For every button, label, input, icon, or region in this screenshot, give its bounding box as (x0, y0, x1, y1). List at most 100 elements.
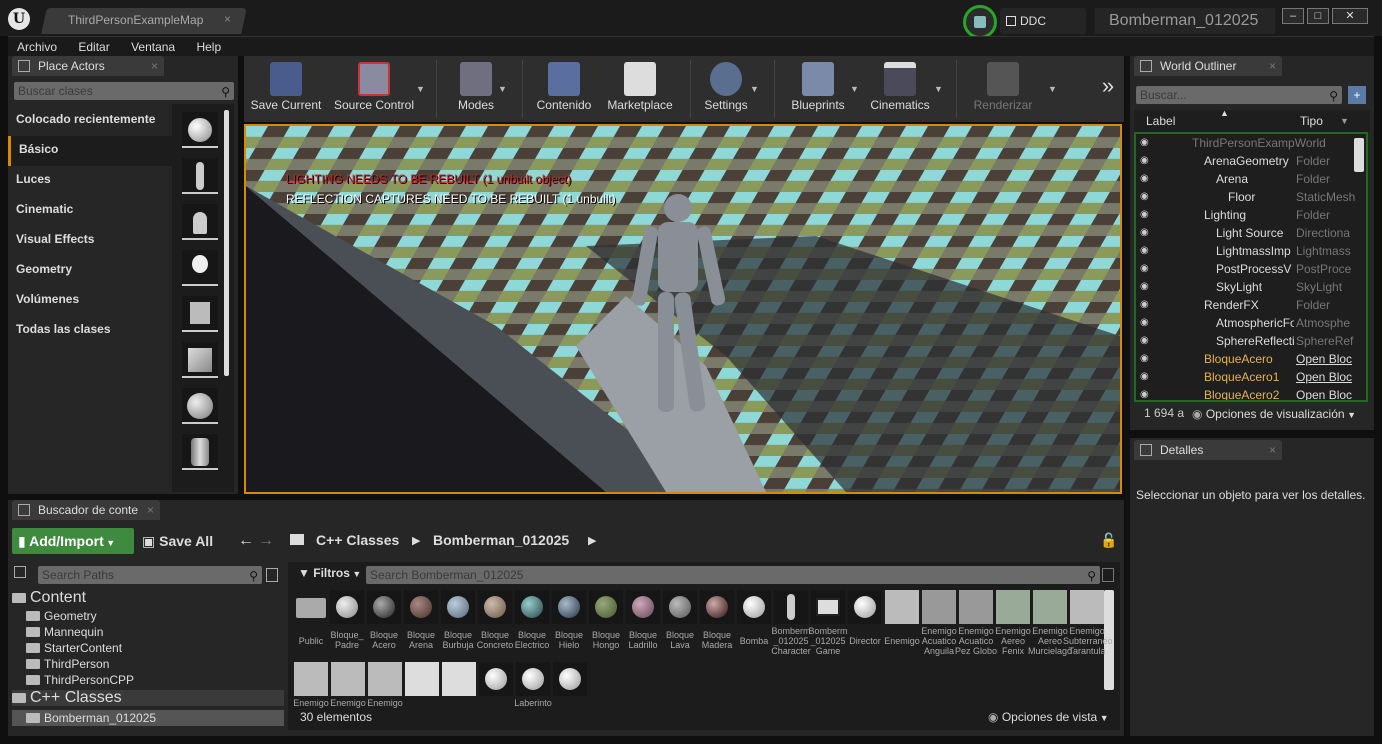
tree-mannequin[interactable]: Mannequin (26, 624, 103, 640)
source-control-dropdown-icon[interactable]: ▼ (416, 84, 425, 94)
visibility-eye-icon[interactable]: ◉ (1140, 242, 1149, 260)
outliner-row[interactable]: ◉ SkyLight SkyLight (1136, 278, 1366, 296)
asset-tile[interactable] (331, 662, 365, 696)
visibility-eye-icon[interactable]: ◉ (1140, 386, 1149, 400)
content-browser-tab[interactable]: Buscador de conte × (12, 500, 160, 520)
visibility-eye-icon[interactable]: ◉ (1140, 278, 1149, 296)
menu-ventana[interactable]: Ventana (122, 37, 184, 54)
outliner-row[interactable]: ◉ SphereReflecti SphereRef (1136, 332, 1366, 350)
outliner-row[interactable]: ◉ Lighting Folder (1136, 206, 1366, 224)
asset-tile[interactable] (294, 662, 328, 696)
world-outliner-tab[interactable]: World Outliner × (1134, 56, 1282, 76)
render-button[interactable]: Renderizar (966, 56, 1040, 122)
asset-tile[interactable] (737, 590, 771, 624)
asset-tile[interactable] (1033, 590, 1067, 624)
back-arrow-icon[interactable]: ← (238, 532, 254, 550)
category-cinematic[interactable]: Cinematic (8, 196, 172, 226)
sources-panel-icon[interactable] (14, 566, 26, 578)
asset-tile[interactable] (959, 590, 993, 624)
category-recent[interactable]: Colocado recientemente (8, 106, 172, 136)
lock-icon[interactable]: 🔓 (1100, 532, 1117, 549)
outliner-row[interactable]: ◉ BloqueAcero Open Bloc (1136, 350, 1366, 368)
actor-sphere[interactable] (182, 388, 218, 424)
outliner-view-options-button[interactable]: ◉ Opciones de visualización ▼ (1192, 404, 1368, 424)
asset-tile[interactable] (515, 590, 549, 624)
asset-tile[interactable] (663, 590, 697, 624)
tree-project-classes[interactable]: Bomberman_012025 (12, 710, 284, 726)
settings-dropdown-icon[interactable]: ▼ (750, 84, 759, 94)
asset-tile[interactable] (885, 590, 919, 624)
visibility-eye-icon[interactable]: ◉ (1140, 296, 1149, 314)
cinematics-button[interactable]: Cinematics (866, 56, 934, 122)
category-geometry[interactable]: Geometry (8, 256, 172, 286)
outliner-row[interactable]: ◉ AtmosphericFo Atmosphe (1136, 314, 1366, 332)
asset-tile[interactable] (368, 662, 402, 696)
asset-tile[interactable] (404, 590, 438, 624)
asset-tile[interactable] (700, 590, 734, 624)
col-type[interactable]: Tipo (1300, 114, 1323, 128)
close-button[interactable]: ✕ (1332, 8, 1368, 24)
outliner-row[interactable]: ◉ LightmassImp Lightmass (1136, 242, 1366, 260)
filters-button[interactable]: ▼ Filtros ▼ (298, 566, 361, 580)
toolbar-more-button[interactable]: » (1096, 56, 1120, 122)
source-control-status-icon[interactable] (963, 5, 997, 39)
forward-arrow-icon[interactable]: → (258, 532, 274, 550)
asset-tile[interactable] (441, 590, 475, 624)
column-menu-icon[interactable]: ▼ (1340, 116, 1349, 126)
asset-tile[interactable] (478, 590, 512, 624)
asset-tile[interactable] (442, 662, 476, 696)
tree-content[interactable]: Content (12, 590, 86, 606)
visibility-eye-icon[interactable]: ◉ (1140, 368, 1149, 386)
outliner-row[interactable]: ◉ BloqueAcero2 Open Bloc (1136, 386, 1366, 400)
render-dropdown-icon[interactable]: ▼ (1048, 84, 1057, 94)
category-lights[interactable]: Luces (8, 166, 172, 196)
asset-tile[interactable] (811, 590, 845, 624)
actor-empty-actor[interactable] (182, 112, 218, 148)
actor-point-light[interactable] (182, 250, 218, 286)
save-current-button[interactable]: Save Current (248, 56, 324, 122)
outliner-row[interactable]: ◉ ArenaGeometry Folder (1136, 152, 1366, 170)
category-all-classes[interactable]: Todas las clases (8, 316, 172, 346)
visibility-eye-icon[interactable]: ◉ (1140, 350, 1149, 368)
map-tab-close-icon[interactable]: × (224, 12, 231, 26)
maximize-button[interactable]: □ (1307, 8, 1329, 24)
tree-third-person[interactable]: ThirdPerson (26, 656, 109, 672)
asset-tile[interactable] (405, 662, 439, 696)
asset-tile[interactable] (774, 590, 808, 624)
actor-cylinder[interactable] (182, 434, 218, 470)
asset-tile[interactable] (479, 662, 513, 696)
content-browser-close-icon[interactable]: × (147, 500, 154, 520)
modes-dropdown-icon[interactable]: ▼ (498, 84, 507, 94)
asset-tile[interactable] (330, 590, 364, 624)
outliner-row[interactable]: ◉ PostProcessV PostProce (1136, 260, 1366, 278)
actor-cube[interactable] (182, 342, 218, 378)
place-actors-close-icon[interactable]: × (151, 56, 158, 76)
actor-list-scrollbar[interactable] (224, 110, 229, 376)
level-viewport[interactable]: LIGHTING NEEDS TO BE REBUILT (1 unbuilt … (244, 124, 1122, 494)
class-search-input[interactable]: Buscar clases ⚲ (14, 82, 234, 100)
category-visual-effects[interactable]: Visual Effects (8, 226, 172, 256)
tree-geometry[interactable]: Geometry (26, 608, 97, 624)
asset-search-input[interactable]: Search Bomberman_012025 ⚲ (366, 566, 1100, 584)
asset-tile[interactable] (553, 662, 587, 696)
visibility-eye-icon[interactable]: ◉ (1140, 188, 1149, 206)
tree-third-person-cpp[interactable]: ThirdPersonCPP (26, 672, 134, 688)
save-search-icon[interactable] (1102, 568, 1114, 582)
blueprints-button[interactable]: Blueprints (786, 56, 850, 122)
outliner-row[interactable]: ◉ ThirdPersonExampWorld (1136, 134, 1366, 152)
outliner-scrollbar[interactable] (1354, 138, 1364, 172)
menu-editar[interactable]: Editar (69, 37, 118, 54)
ddc-button[interactable]: DDC (1000, 8, 1086, 34)
category-basic[interactable]: Básico (8, 136, 172, 166)
content-button[interactable]: Contenido (534, 56, 594, 122)
details-close-icon[interactable]: × (1269, 440, 1276, 460)
menu-archivo[interactable]: Archivo (8, 37, 66, 54)
visibility-eye-icon[interactable]: ◉ (1140, 260, 1149, 278)
visibility-eye-icon[interactable]: ◉ (1140, 332, 1149, 350)
tree-cpp-classes[interactable]: C++ Classes (12, 690, 284, 706)
visibility-eye-icon[interactable]: ◉ (1140, 134, 1149, 152)
panel-splitter[interactable] (1126, 56, 1130, 736)
asset-tile[interactable] (996, 590, 1030, 624)
visibility-eye-icon[interactable]: ◉ (1140, 224, 1149, 242)
outliner-row[interactable]: ◉ Light Source Directiona (1136, 224, 1366, 242)
